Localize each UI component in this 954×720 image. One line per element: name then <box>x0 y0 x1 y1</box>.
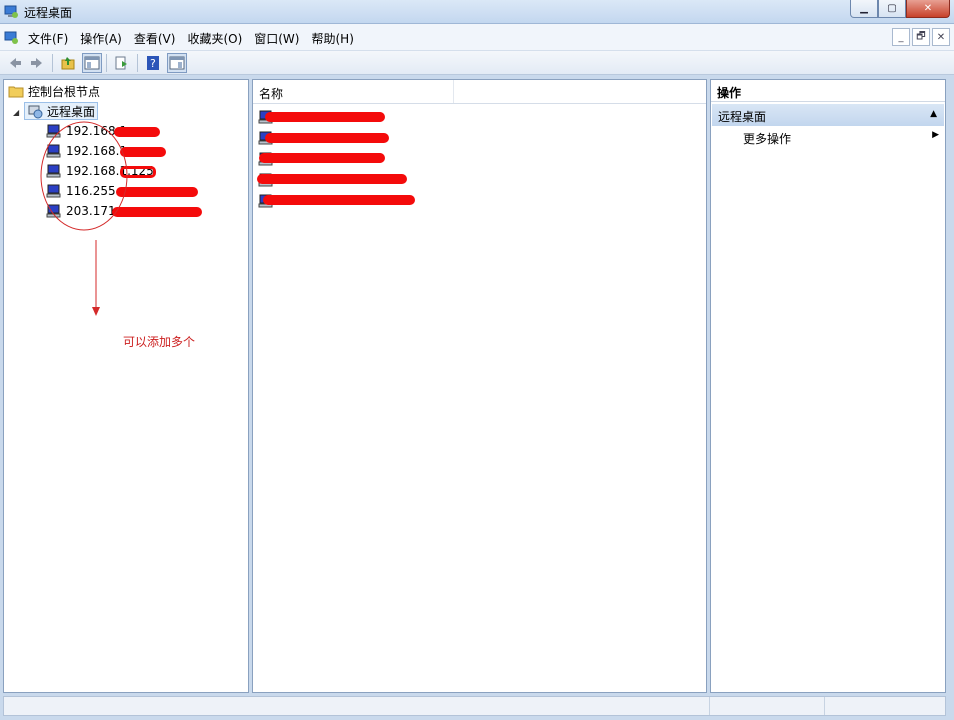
menu-view[interactable]: 查看(V) <box>128 30 182 47</box>
help-button[interactable]: ? <box>143 53 163 73</box>
menu-window[interactable]: 窗口(W) <box>248 30 305 47</box>
menu-bar: 文件(F) 操作(A) 查看(V) 收藏夹(O) 窗口(W) 帮助(H) _ 🗗… <box>0 24 954 51</box>
redaction-mark <box>257 174 407 184</box>
minimize-icon: _ <box>898 31 904 43</box>
actions-pane[interactable]: 操作 远程桌面 ▲ 更多操作 ▶ <box>710 79 946 693</box>
show-hide-tree-icon <box>84 56 100 70</box>
restore-icon: 🗗 <box>916 30 926 42</box>
export-list-button[interactable] <box>112 53 132 73</box>
status-segment <box>824 697 825 715</box>
submenu-arrow-icon: ▶ <box>932 130 939 140</box>
redaction-mark <box>265 112 385 122</box>
menu-file[interactable]: 文件(F) <box>22 30 74 47</box>
back-button[interactable] <box>5 53 25 73</box>
close-icon: ✕ <box>936 31 946 43</box>
mdi-close-button[interactable]: ✕ <box>932 28 950 46</box>
list-header: 名称 <box>253 80 706 104</box>
menu-favorites[interactable]: 收藏夹(O) <box>181 30 248 47</box>
remote-desktop-icon[interactable] <box>3 29 19 45</box>
column-header-label: 名称 <box>259 87 284 101</box>
actions-title: 操作 <box>711 80 945 102</box>
show-hide-action-pane-button[interactable] <box>167 53 187 73</box>
close-button[interactable]: ✕ <box>906 0 950 18</box>
redaction-mark <box>259 153 385 163</box>
column-header-name[interactable]: 名称 <box>253 80 454 103</box>
annotation-text: 可以添加多个 <box>123 335 196 349</box>
up-folder-icon <box>61 57 75 70</box>
remote-desktop-icon <box>4 5 18 18</box>
minimize-button[interactable]: ▁ <box>850 0 878 18</box>
toolbar: ? <box>0 51 954 75</box>
status-bar <box>3 696 946 716</box>
redaction-mark <box>265 133 389 143</box>
more-actions-label: 更多操作 <box>743 132 792 146</box>
menu-help[interactable]: 帮助(H) <box>305 30 359 47</box>
svg-text:?: ? <box>150 57 156 70</box>
mdi-restore-button[interactable]: 🗗 <box>912 28 930 46</box>
maximize-button[interactable]: ▢ <box>878 0 906 18</box>
export-list-icon <box>115 56 127 70</box>
menu-action[interactable]: 操作(A) <box>74 30 128 47</box>
more-actions-item[interactable]: 更多操作 ▶ <box>743 130 943 147</box>
results-list-pane[interactable]: 名称 <box>252 79 707 693</box>
collapse-up-icon[interactable]: ▲ <box>930 109 937 119</box>
console-tree-pane[interactable]: 控制台根节点 ◢ 远程桌面 192.168.1 192.168.1 192.16… <box>3 79 249 693</box>
close-icon: ✕ <box>923 3 933 14</box>
up-one-level-button[interactable] <box>58 53 78 73</box>
show-hide-action-pane-icon <box>169 56 185 70</box>
actions-group-header[interactable]: 远程桌面 ▲ <box>712 104 944 126</box>
status-segment <box>709 697 710 715</box>
title-bar: 远程桌面 ▁ ▢ ✕ <box>0 0 954 24</box>
back-arrow-icon <box>10 58 21 68</box>
window-title: 远程桌面 <box>24 6 73 20</box>
forward-arrow-icon <box>31 58 42 68</box>
mdi-minimize-button[interactable]: _ <box>892 28 910 46</box>
forward-button[interactable] <box>27 53 47 73</box>
minimize-icon: ▁ <box>860 3 868 14</box>
toolbar-separator <box>52 54 53 72</box>
actions-group-label: 远程桌面 <box>718 110 767 124</box>
help-icon: ? <box>147 56 159 70</box>
redaction-mark <box>263 195 415 205</box>
show-hide-tree-button[interactable] <box>82 53 102 73</box>
maximize-icon: ▢ <box>887 3 897 14</box>
toolbar-separator <box>106 54 107 72</box>
toolbar-separator <box>137 54 138 72</box>
